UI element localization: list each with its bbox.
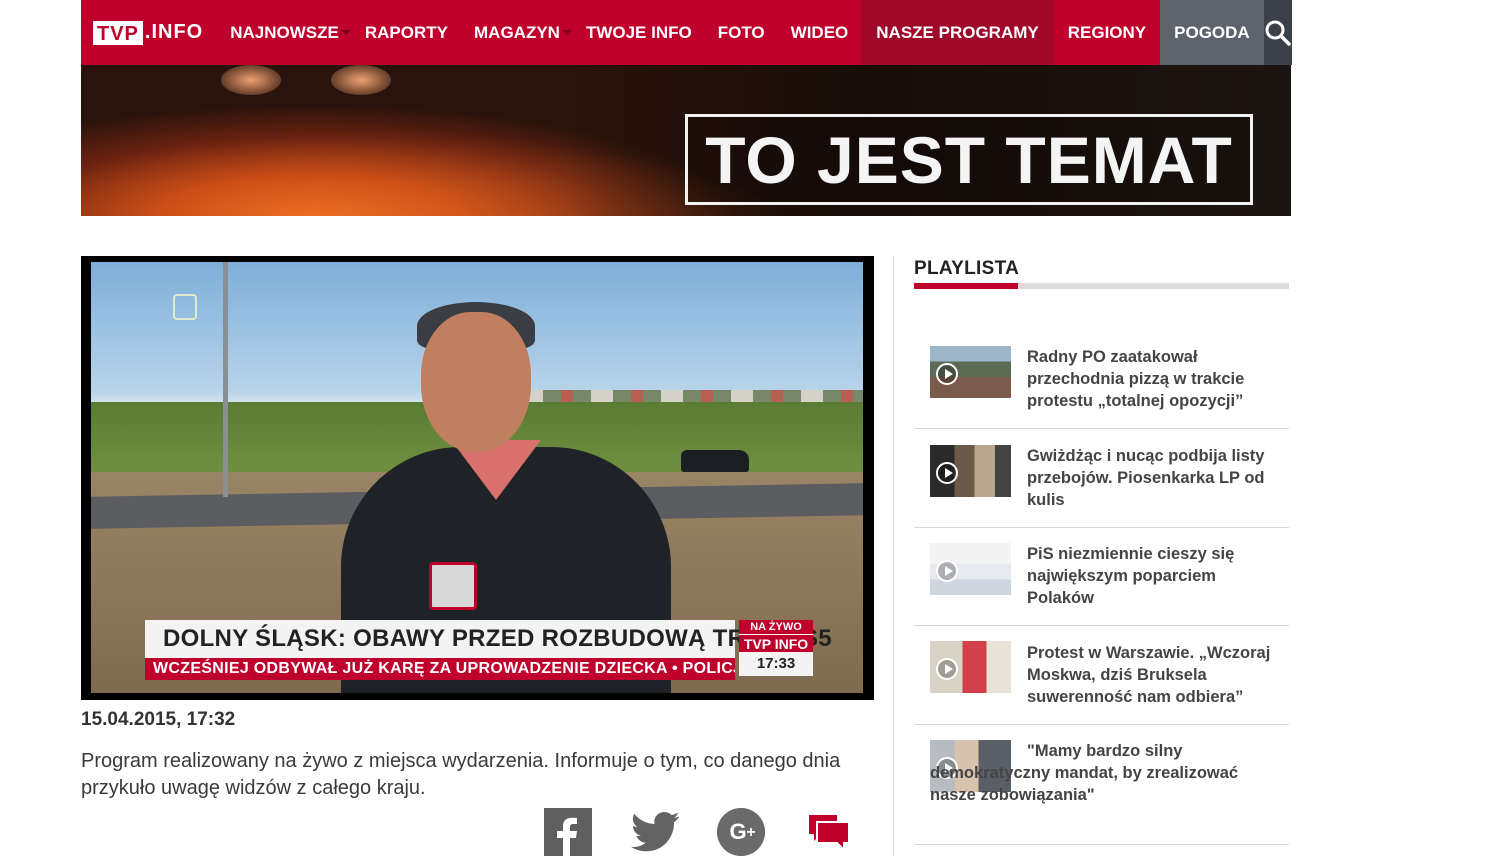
microphone-icon — [429, 562, 477, 610]
playlist-thumbnail[interactable] — [930, 346, 1011, 398]
search-button[interactable] — [1263, 0, 1292, 65]
nav-item-twoje-info[interactable]: TWOJE INFO — [573, 0, 705, 65]
video-lower-third: DOLNY ŚLĄSK: OBAWY PRZED ROZBUDOWĄ TRASY… — [145, 620, 832, 658]
nav-item-magazyn[interactable]: MAGAZYN — [461, 0, 573, 65]
playlist-item-title[interactable]: "Mamy bardzo silny demokratyczny mandat,… — [930, 740, 1285, 806]
channel-logo-icon — [173, 294, 197, 320]
google-plus-icon: G + — [717, 808, 765, 856]
nav-item-nasze-programy[interactable]: NASZE PROGRAMY — [861, 0, 1054, 65]
playlist-item[interactable]: Gwiżdżąc i nucąc podbija listy przebojów… — [914, 429, 1289, 528]
video-player[interactable]: DOLNY ŚLĄSK: OBAWY PRZED ROZBUDOWĄ TRASY… — [81, 256, 874, 700]
google-plus-share-button[interactable]: G + — [717, 808, 765, 856]
facebook-icon — [544, 808, 592, 856]
svg-text:+: + — [746, 824, 755, 841]
program-banner: TO JEST TEMAT — [81, 65, 1291, 216]
play-icon — [936, 462, 958, 484]
column-divider — [893, 256, 894, 856]
video-pole — [223, 262, 228, 497]
svg-text:G: G — [729, 819, 746, 844]
article-date: 15.04.2015, 17:32 — [81, 709, 236, 730]
playlist-thumbnail[interactable] — [930, 445, 1011, 497]
banner-light — [221, 65, 281, 95]
live-channel-logo: TVP INFO — [739, 634, 813, 652]
logo-info: .INFO — [144, 21, 204, 43]
live-label: NA ŻYWO — [739, 620, 813, 634]
playlist-item[interactable]: Radny PO zaatakował przechodnia pizzą w … — [914, 330, 1289, 429]
playlist-item-title[interactable]: Protest w Warszawie. „Wczoraj Moskwa, dz… — [1027, 642, 1277, 708]
video-car — [681, 450, 749, 472]
nav-item-raporty[interactable]: RAPORTY — [352, 0, 461, 65]
banner-light — [331, 65, 391, 95]
playlist-item[interactable]: "Mamy bardzo silny demokratyczny mandat,… — [914, 725, 1289, 845]
playlist-item[interactable]: Protest w Warszawie. „Wczoraj Moskwa, dz… — [914, 626, 1289, 725]
play-icon — [936, 560, 958, 582]
nav-item-regiony[interactable]: REGIONY — [1054, 0, 1160, 65]
logo-tvp: TVP — [93, 20, 143, 45]
nav-item-wideo[interactable]: WIDEO — [778, 0, 862, 65]
live-clock: 17:33 — [739, 652, 813, 676]
playlist-thumbnail[interactable] — [930, 641, 1011, 693]
search-icon — [1265, 20, 1291, 46]
play-icon — [936, 658, 958, 680]
play-icon — [936, 363, 958, 385]
video-ticker: WCZEŚNIEJ ODBYWAŁ JUŻ KARĘ ZA UPROWADZEN… — [145, 658, 735, 680]
playlist-title-accent — [914, 283, 1018, 289]
comments-icon — [809, 815, 850, 852]
playlist-title: PLAYLISTA — [914, 258, 1020, 279]
comments-button[interactable] — [806, 808, 852, 856]
playlist-item-title[interactable]: PiS niezmiennie cieszy się największym p… — [1027, 543, 1277, 609]
twitter-icon — [631, 812, 679, 852]
nav-item-foto[interactable]: FOTO — [705, 0, 778, 65]
playlist-item-title[interactable]: Gwiżdżąc i nucąc podbija listy przebojów… — [1027, 445, 1277, 511]
video-frame[interactable]: DOLNY ŚLĄSK: OBAWY PRZED ROZBUDOWĄ TRASY… — [91, 262, 863, 693]
twitter-share-button[interactable] — [628, 808, 682, 856]
nav-item-pogoda[interactable]: POGODA — [1160, 0, 1264, 65]
playlist-item-title[interactable]: Radny PO zaatakował przechodnia pizzą w … — [1027, 346, 1277, 412]
live-badge: NA ŻYWO TVP INFO 17:33 — [739, 620, 813, 680]
banner-title: TO JEST TEMAT — [685, 114, 1253, 205]
tvp-info-logo[interactable]: TVP .INFO — [81, 0, 217, 65]
nav-item-najnowsze[interactable]: NAJNOWSZE — [217, 0, 352, 65]
top-navigation: TVP .INFO NAJNOWSZE RAPORTY MAGAZYN TWOJ… — [81, 0, 1292, 65]
article-description: Program realizowany na żywo z miejsca wy… — [81, 750, 841, 799]
reporter-head — [421, 312, 531, 452]
facebook-share-button[interactable] — [544, 808, 592, 856]
playlist-thumbnail[interactable] — [930, 543, 1011, 595]
playlist-item[interactable]: PiS niezmiennie cieszy się największym p… — [914, 528, 1289, 626]
